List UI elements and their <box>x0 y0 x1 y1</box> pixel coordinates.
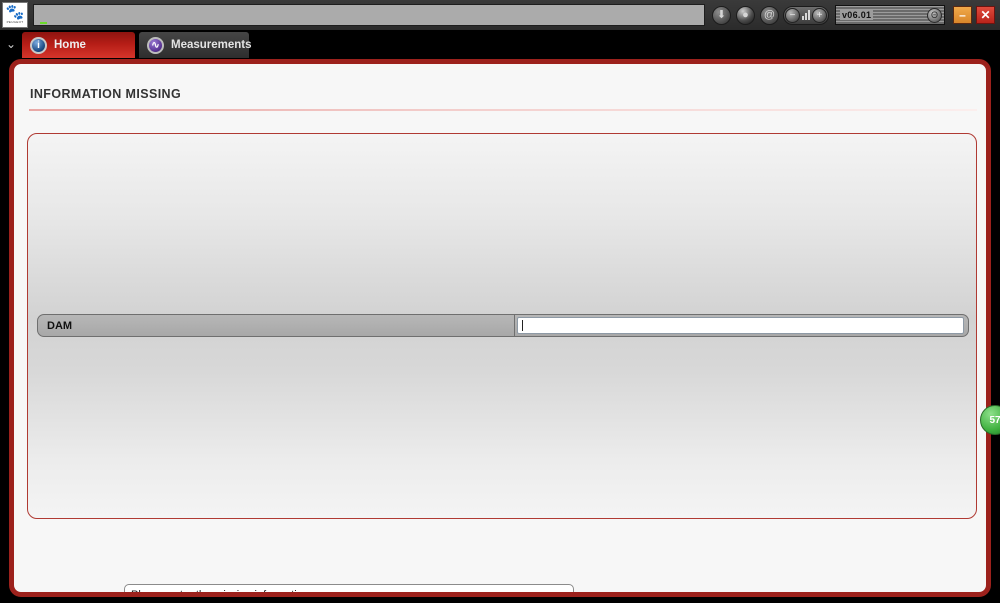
tab-bar: ⌄ i Home ∿ Measurements <box>0 30 1000 58</box>
tab-measurements[interactable]: ∿ Measurements <box>139 32 252 58</box>
message-box[interactable]: Please enter the missing information <box>124 584 574 597</box>
back-button[interactable]: ← <box>36 595 71 597</box>
help-knob-icon[interactable]: Θ <box>927 7 942 23</box>
volume-level-bars <box>802 10 810 20</box>
volume-slider[interactable]: − + <box>783 5 829 25</box>
toolbar-icon-group: ⬇ ● @ <box>712 5 779 25</box>
download-icon[interactable]: ⬇ <box>712 5 731 25</box>
main-card: INFORMATION MISSING DAM ← Please enter t… <box>9 59 991 597</box>
brand-name: PEUGEOT <box>6 20 24 24</box>
window-toolbar: 🐾 PEUGEOT ⬇ ● @ − + v06.01 Θ – ✕ <box>0 0 1000 30</box>
tab-home-label: Home <box>54 39 86 51</box>
minimize-button[interactable]: – <box>953 6 972 24</box>
text-caret <box>522 320 523 331</box>
message-text: Please enter the missing information <box>131 589 309 597</box>
volume-down-button[interactable]: − <box>785 7 800 23</box>
at-sign-icon[interactable]: @ <box>760 5 779 25</box>
field-row-dam: DAM <box>37 314 969 337</box>
content-panel: DAM <box>27 133 977 519</box>
page-title: INFORMATION MISSING <box>30 87 182 101</box>
peugeot-logo: 🐾 PEUGEOT <box>2 2 28 28</box>
waveform-icon: ∿ <box>147 36 164 54</box>
field-value-wrapper <box>515 314 969 337</box>
volume-up-button[interactable]: + <box>812 7 827 23</box>
address-input[interactable] <box>33 4 705 26</box>
bell-icon[interactable]: ● <box>736 5 755 25</box>
confirm-button[interactable] <box>942 594 977 597</box>
version-indicator: v06.01 Θ <box>835 5 945 25</box>
tab-home[interactable]: i Home <box>22 32 135 58</box>
chevron-down-icon[interactable]: ⌄ <box>0 30 22 58</box>
home-globe-icon: i <box>30 36 47 54</box>
title-divider <box>29 109 977 111</box>
window-controls: – ✕ <box>953 6 995 24</box>
close-button[interactable]: ✕ <box>976 6 995 24</box>
field-label-dam: DAM <box>37 314 515 337</box>
tab-measurements-label: Measurements <box>171 39 252 51</box>
lion-icon: 🐾 <box>5 4 25 21</box>
status-tick-icon <box>40 22 47 24</box>
version-label: v06.01 <box>840 10 874 20</box>
dam-input[interactable] <box>517 317 964 334</box>
